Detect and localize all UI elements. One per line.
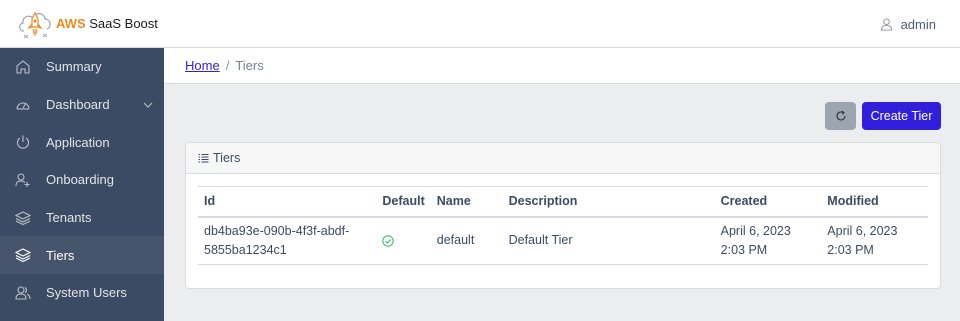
people-icon (15, 286, 31, 300)
tiers-card: Tiers Id Default Name Description Create… (185, 142, 941, 289)
list-icon (198, 153, 209, 162)
column-header-default[interactable]: Default (376, 186, 431, 218)
breadcrumb-current: Tiers (235, 58, 264, 73)
column-header-id[interactable]: Id (198, 186, 377, 218)
sidebar-item-application[interactable]: Application (0, 123, 164, 161)
top-header: AWS SaaS Boost admin (0, 0, 960, 48)
card-header: Tiers (186, 143, 940, 174)
table-header-row: Id Default Name Description Created Modi… (198, 186, 928, 218)
sidebar-item-label: System Users (46, 285, 127, 301)
sidebar-item-dashboard[interactable]: Dashboard (0, 86, 164, 124)
breadcrumb: Home / Tiers (164, 48, 960, 84)
column-header-name[interactable]: Name (430, 186, 503, 218)
card-title: Tiers (213, 151, 241, 165)
sidebar-item-tiers[interactable]: Tiers (0, 236, 164, 275)
check-circle-icon (382, 235, 395, 247)
cell-created-date: April 6, 2023 (720, 223, 791, 238)
brand-aws-text: AWS (56, 16, 86, 31)
layers-icon (15, 210, 31, 225)
user-icon (880, 17, 892, 31)
cell-name: default (430, 216, 503, 265)
sidebar-item-system-users[interactable]: System Users (0, 274, 164, 312)
cell-created-time: 2:03 PM (720, 242, 768, 257)
cell-id-line2: 5855ba1234c1 (204, 242, 287, 257)
breadcrumb-separator: / (225, 58, 230, 73)
power-icon (16, 135, 30, 149)
cell-default (376, 216, 431, 265)
user-name: admin (900, 16, 936, 32)
sidebar-item-label: Summary (46, 59, 102, 75)
sidebar-item-label: Tenants (46, 210, 92, 226)
home-icon (16, 60, 30, 74)
brand-name: AWS SaaS Boost (56, 16, 158, 31)
cell-description: Default Tier (502, 216, 715, 265)
cell-id-line1: db4ba93e-090b-4f3f-abdf- (204, 223, 350, 238)
cell-modified: April 6, 2023 2:03 PM (821, 216, 928, 265)
sidebar-item-onboarding[interactable]: Onboarding (0, 161, 164, 199)
tiers-table: Id Default Name Description Created Modi… (198, 186, 928, 265)
speedometer-icon (16, 101, 30, 110)
column-header-modified[interactable]: Modified (821, 186, 928, 218)
refresh-icon (835, 110, 846, 121)
cell-modified-time: 2:03 PM (827, 242, 874, 257)
user-menu[interactable]: admin (880, 0, 936, 48)
cell-id[interactable]: db4ba93e-090b-4f3f-abdf- 5855ba1234c1 (198, 216, 377, 265)
cell-created: April 6, 2023 2:03 PM (714, 216, 822, 265)
refresh-button[interactable] (825, 102, 856, 130)
sidebar-item-label: Onboarding (46, 172, 114, 188)
column-header-created[interactable]: Created (714, 186, 822, 218)
chevron-down-icon[interactable] (143, 100, 153, 110)
sidebar-item-label: Application (46, 134, 110, 150)
column-header-description[interactable]: Description (502, 186, 715, 218)
sidebar-item-tenants[interactable]: Tenants (0, 199, 164, 237)
breadcrumb-home-link[interactable]: Home (185, 58, 220, 73)
sidebar: Summary Dashboard Application Onboarding… (0, 48, 164, 321)
brand-logo[interactable]: AWS SaaS Boost (16, 0, 158, 48)
table-row[interactable]: db4ba93e-090b-4f3f-abdf- 5855ba1234c1 def… (198, 216, 928, 265)
layers-icon (15, 248, 31, 263)
create-tier-button[interactable]: Create Tier (862, 102, 941, 130)
cell-modified-date: April 6, 2023 (827, 223, 898, 238)
sidebar-item-label: Dashboard (46, 97, 110, 113)
brand-rest-text: SaaS Boost (85, 16, 158, 31)
saas-boost-logo-icon (19, 11, 51, 38)
sidebar-item-label: Tiers (46, 247, 75, 263)
sidebar-item-summary[interactable]: Summary (0, 48, 164, 86)
user-plus-icon (15, 173, 30, 187)
